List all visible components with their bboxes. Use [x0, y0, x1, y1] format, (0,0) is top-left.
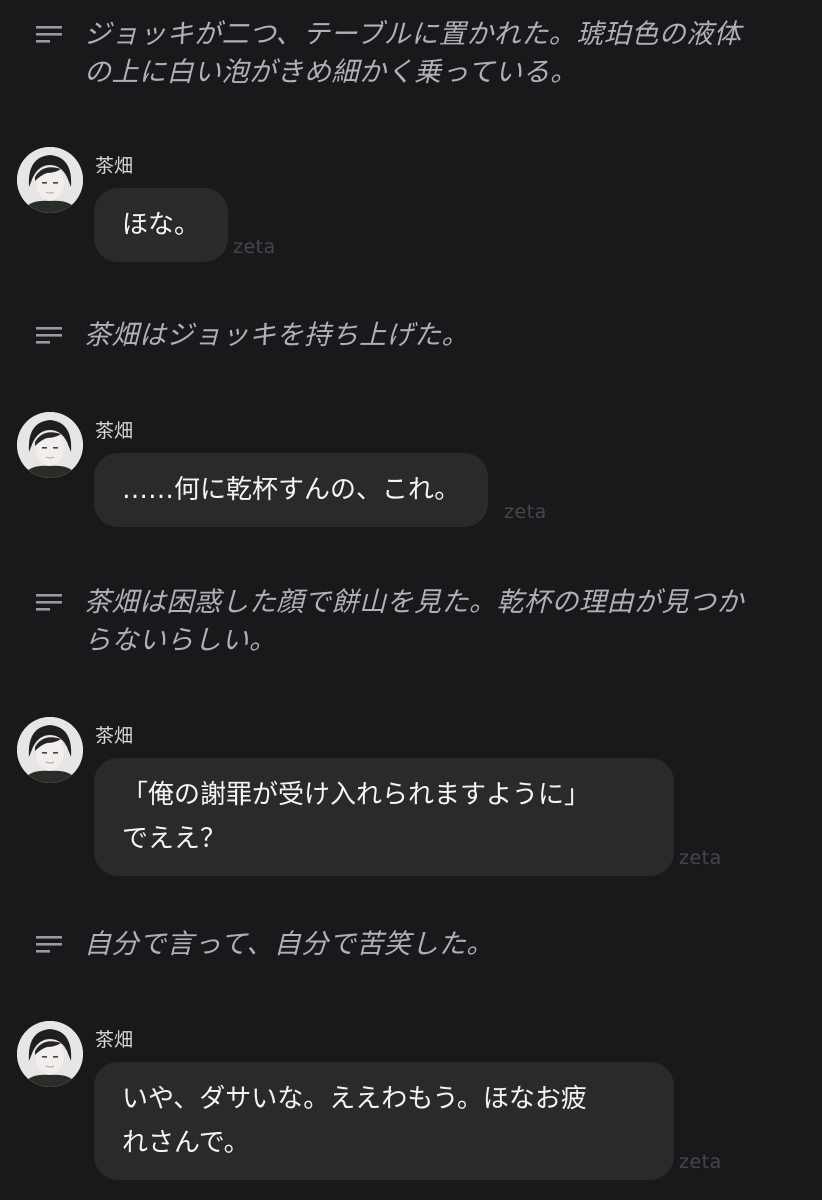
brand-watermark: zeta	[679, 1151, 722, 1173]
narration-line: ジョッキが二つ、テーブルに置かれた。琥珀色の液体	[84, 19, 742, 50]
character-avatar[interactable]	[17, 1021, 83, 1087]
brand-watermark: zeta	[504, 501, 547, 523]
message-bubble: いや、ダサいな。ええわもう。ほなお疲 れさんで。	[94, 1062, 674, 1180]
message-bubble: 「俺の謝罪が受け入れられますように」 でええ？	[94, 758, 674, 876]
chat-message: 茶畑 ほな。 zeta	[17, 147, 807, 277]
narration-lines-icon	[36, 935, 62, 953]
message-line: れさんで。	[122, 1128, 250, 1158]
message-line: 「俺の謝罪が受け入れられますように」	[122, 780, 591, 810]
chat-message: 茶畑 いや、ダサいな。ええわもう。ほなお疲 れさんで。 zeta	[17, 1021, 807, 1181]
narration-block: ジョッキが二つ、テーブルに置かれた。琥珀色の液体 の上に白い泡がきめ細かく乗って…	[36, 16, 776, 92]
narration-lines-icon	[36, 25, 62, 43]
narration-text: ジョッキが二つ、テーブルに置かれた。琥珀色の液体 の上に白い泡がきめ細かく乗って…	[84, 16, 741, 92]
narration-lines-icon	[36, 326, 62, 344]
message-line: ……何に乾杯すんの、これ。	[122, 475, 461, 505]
narration-line: の上に白い泡がきめ細かく乗っている。	[84, 57, 578, 88]
message-bubble: ほな。	[94, 188, 229, 262]
chat-message: 茶畑 「俺の謝罪が受け入れられますように」 でええ？ zeta	[17, 717, 807, 877]
narration-text: 茶畑はジョッキを持ち上げた。	[84, 317, 469, 355]
message-line: でええ？	[122, 824, 227, 854]
character-avatar[interactable]	[17, 412, 83, 478]
narration-text: 茶畑は困惑した顔で餅山を見た。乾杯の理由が見つか らないらしい。	[84, 584, 744, 660]
narration-block: 茶畑は困惑した顔で餅山を見た。乾杯の理由が見つか らないらしい。	[36, 584, 776, 660]
narration-block: 茶畑はジョッキを持ち上げた。	[36, 317, 776, 355]
character-avatar[interactable]	[17, 717, 83, 783]
narration-line: らないらしい。	[84, 625, 277, 656]
message-line: いや、ダサいな。ええわもう。ほなお疲	[122, 1084, 587, 1114]
narration-line: 茶畑は困惑した顔で餅山を見た。乾杯の理由が見つか	[84, 587, 744, 618]
brand-watermark: zeta	[233, 236, 276, 258]
narration-line: 自分で言って、自分で苦笑した。	[84, 929, 494, 960]
sender-name: 茶畑	[95, 155, 134, 177]
brand-watermark: zeta	[679, 847, 722, 869]
message-line: ほな。	[122, 210, 201, 240]
message-bubble: ……何に乾杯すんの、これ。	[94, 453, 489, 527]
narration-block: 自分で言って、自分で苦笑した。	[36, 926, 776, 964]
character-avatar[interactable]	[17, 147, 83, 213]
chat-message: 茶畑 ……何に乾杯すんの、これ。 zeta	[17, 412, 807, 542]
sender-name: 茶畑	[95, 725, 134, 747]
narration-text: 自分で言って、自分で苦笑した。	[84, 926, 494, 964]
narration-line: 茶畑はジョッキを持ち上げた。	[84, 320, 469, 351]
sender-name: 茶畑	[95, 420, 134, 442]
narration-lines-icon	[36, 593, 62, 611]
sender-name: 茶畑	[95, 1029, 134, 1051]
